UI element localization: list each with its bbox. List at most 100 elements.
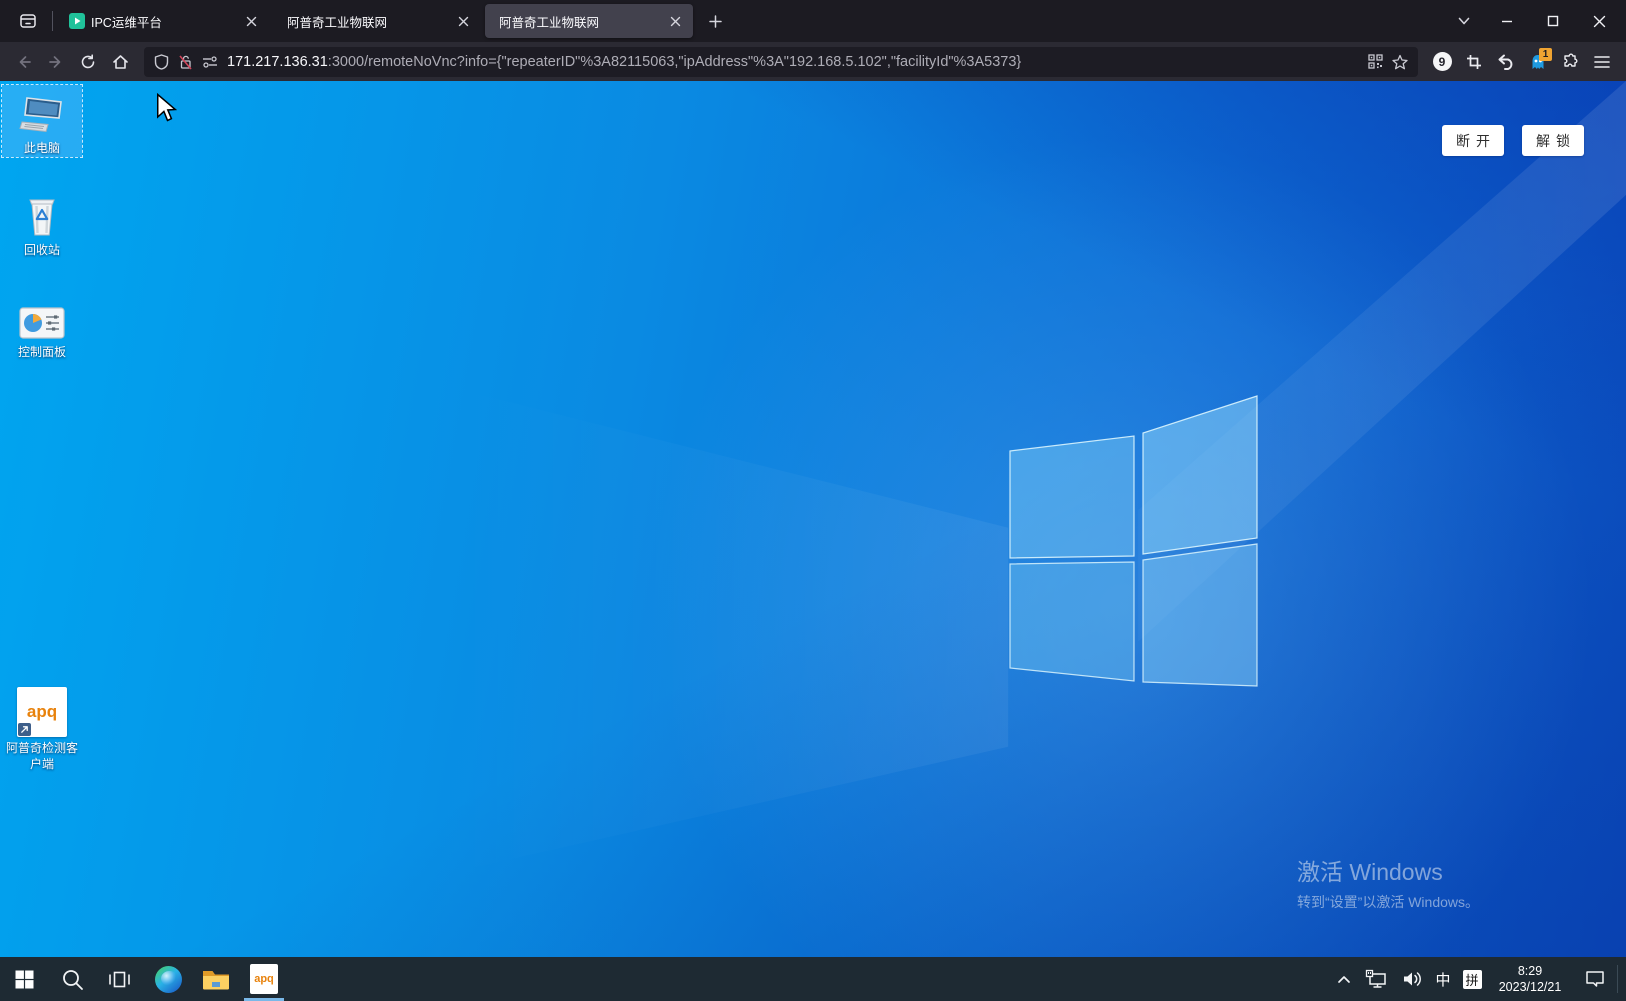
extension-badge-button[interactable]: 9 (1426, 47, 1458, 77)
dove-extension-button[interactable]: 1 (1522, 47, 1554, 77)
tab-apuqi-2-active[interactable]: 阿普奇工业物联网 (485, 4, 693, 38)
firefox-view-button[interactable] (10, 5, 46, 37)
desktop-icon-this-pc[interactable]: 此电脑 (2, 85, 82, 157)
puzzle-icon (1562, 53, 1579, 70)
apq-taskbar-icon: apq (250, 964, 278, 994)
minimize-icon (1501, 15, 1513, 27)
network-icon (1365, 969, 1389, 989)
taskbar-search-button[interactable] (48, 957, 96, 1001)
chevron-down-icon (1457, 14, 1471, 28)
tray-network-button[interactable] (1359, 957, 1395, 1001)
apq-logo: apq (17, 687, 67, 737)
taskbar-apq-client-button[interactable]: apq (240, 957, 288, 1001)
tab-title: IPC运维平台 (91, 12, 235, 31)
menu-button[interactable] (1586, 47, 1618, 77)
tray-ime-language[interactable]: 中 (1429, 957, 1457, 1001)
qr-code-icon[interactable] (1368, 54, 1383, 69)
list-all-tabs-button[interactable] (1444, 5, 1484, 37)
url-path: :3000/remoteNoVnc?info={"repeaterID"%3A8… (328, 54, 1021, 70)
watermark-line1: 激活 Windows (1297, 853, 1479, 887)
url-bar[interactable]: 171.217.136.31:3000/remoteNoVnc?info={"r… (144, 47, 1418, 77)
windows-start-icon (15, 970, 34, 989)
tab-apuqi-1[interactable]: 阿普奇工业物联网 (273, 4, 481, 38)
tray-ime-mode[interactable]: 拼 (1457, 957, 1487, 1001)
windows-activation-watermark: 激活 Windows 转到“设置”以激活 Windows。 (1297, 853, 1479, 912)
file-explorer-icon (202, 968, 230, 991)
insecure-lock-icon[interactable] (178, 54, 193, 70)
desktop-icon-recycle-bin[interactable]: 回收站 (2, 187, 82, 259)
windows-wallpaper-logo (1008, 394, 1260, 690)
control-panel-icon (19, 307, 65, 341)
apq-logo-text: apq (254, 973, 274, 985)
taskbar-spacer (288, 957, 1329, 1001)
mouse-cursor (155, 93, 177, 123)
edge-icon (155, 966, 182, 993)
back-arrow-icon (16, 54, 32, 70)
unlock-button[interactable]: 解锁 (1522, 125, 1584, 156)
desktop-icon-control-panel[interactable]: 控制面板 (2, 289, 82, 361)
tab-close-icon[interactable] (241, 11, 261, 31)
window-close-button[interactable] (1576, 0, 1622, 42)
browser-toolbar: 171.217.136.31:3000/remoteNoVnc?info={"r… (0, 42, 1626, 81)
start-button[interactable] (0, 957, 48, 1001)
tab-close-icon[interactable] (665, 11, 685, 31)
reload-button[interactable] (72, 47, 104, 77)
plus-icon (709, 15, 722, 28)
tab-title: 阿普奇工业物联网 (287, 12, 447, 31)
task-view-icon (108, 970, 132, 989)
screen: IPC运维平台 阿普奇工业物联网 阿普奇工业物联网 (0, 0, 1626, 1001)
desktop-icon-label: 回收站 (2, 243, 82, 259)
this-pc-icon (19, 93, 65, 137)
dove-extension-badge: 1 (1539, 48, 1552, 61)
wallpaper-light-beam (0, 81, 1626, 957)
site-permissions-icon[interactable] (202, 55, 218, 69)
new-tab-button[interactable] (699, 5, 731, 37)
action-center-icon (1585, 970, 1605, 988)
taskbar-edge-button[interactable] (144, 957, 192, 1001)
shield-icon[interactable] (154, 54, 169, 70)
close-icon (1593, 15, 1606, 28)
clock-date: 2023/12/21 (1499, 979, 1562, 995)
url-host: 171.217.136.31 (227, 54, 328, 70)
disconnect-button[interactable]: 断开 (1442, 125, 1504, 156)
reload-icon (80, 54, 96, 70)
url-text[interactable]: 171.217.136.31:3000/remoteNoVnc?info={"r… (227, 54, 1362, 70)
back-button[interactable] (8, 47, 40, 77)
action-center-button[interactable] (1573, 957, 1617, 1001)
firefox-view-icon (19, 12, 37, 30)
shortcut-arrow-icon (18, 723, 31, 736)
crop-icon (1466, 54, 1482, 70)
tray-volume-button[interactable] (1395, 957, 1429, 1001)
tab-ipc-platform[interactable]: IPC运维平台 (61, 4, 269, 38)
show-desktop-button[interactable] (1618, 957, 1626, 1001)
search-icon (61, 968, 84, 991)
task-view-button[interactable] (96, 957, 144, 1001)
extensions-button[interactable] (1554, 47, 1586, 77)
apq-logo-text: apq (27, 702, 57, 722)
desktop-icon-label: 阿普奇检测客户端 (2, 741, 82, 772)
windows-taskbar: apq 中 拼 8:29 (0, 957, 1626, 1001)
hamburger-icon (1594, 55, 1610, 69)
undo-extension-button[interactable] (1490, 47, 1522, 77)
window-minimize-button[interactable] (1484, 0, 1530, 42)
ime-mode-box: 拼 (1463, 970, 1482, 989)
taskbar-file-explorer-button[interactable] (192, 957, 240, 1001)
forward-button[interactable] (40, 47, 72, 77)
tab-close-icon[interactable] (453, 11, 473, 31)
tray-show-hidden-icons-button[interactable] (1329, 957, 1359, 1001)
wallpaper-light-beam (0, 81, 1626, 957)
home-icon (112, 54, 129, 70)
speaker-icon (1402, 970, 1423, 988)
play-favicon-icon (69, 13, 85, 29)
window-maximize-button[interactable] (1530, 0, 1576, 42)
remote-desktop-viewport[interactable]: 此电脑 回收站 (0, 81, 1626, 957)
desktop-icon-apq-client[interactable]: apq 阿普奇检测客户端 (2, 685, 82, 772)
tray-clock[interactable]: 8:29 2023/12/21 (1487, 957, 1573, 1001)
clock-time: 8:29 (1518, 963, 1542, 979)
bookmark-star-icon[interactable] (1392, 54, 1408, 70)
maximize-icon (1547, 15, 1559, 27)
undo-arrow-icon (1497, 54, 1515, 70)
home-button[interactable] (104, 47, 136, 77)
tab-separator (52, 11, 53, 31)
screenshot-crop-button[interactable] (1458, 47, 1490, 77)
